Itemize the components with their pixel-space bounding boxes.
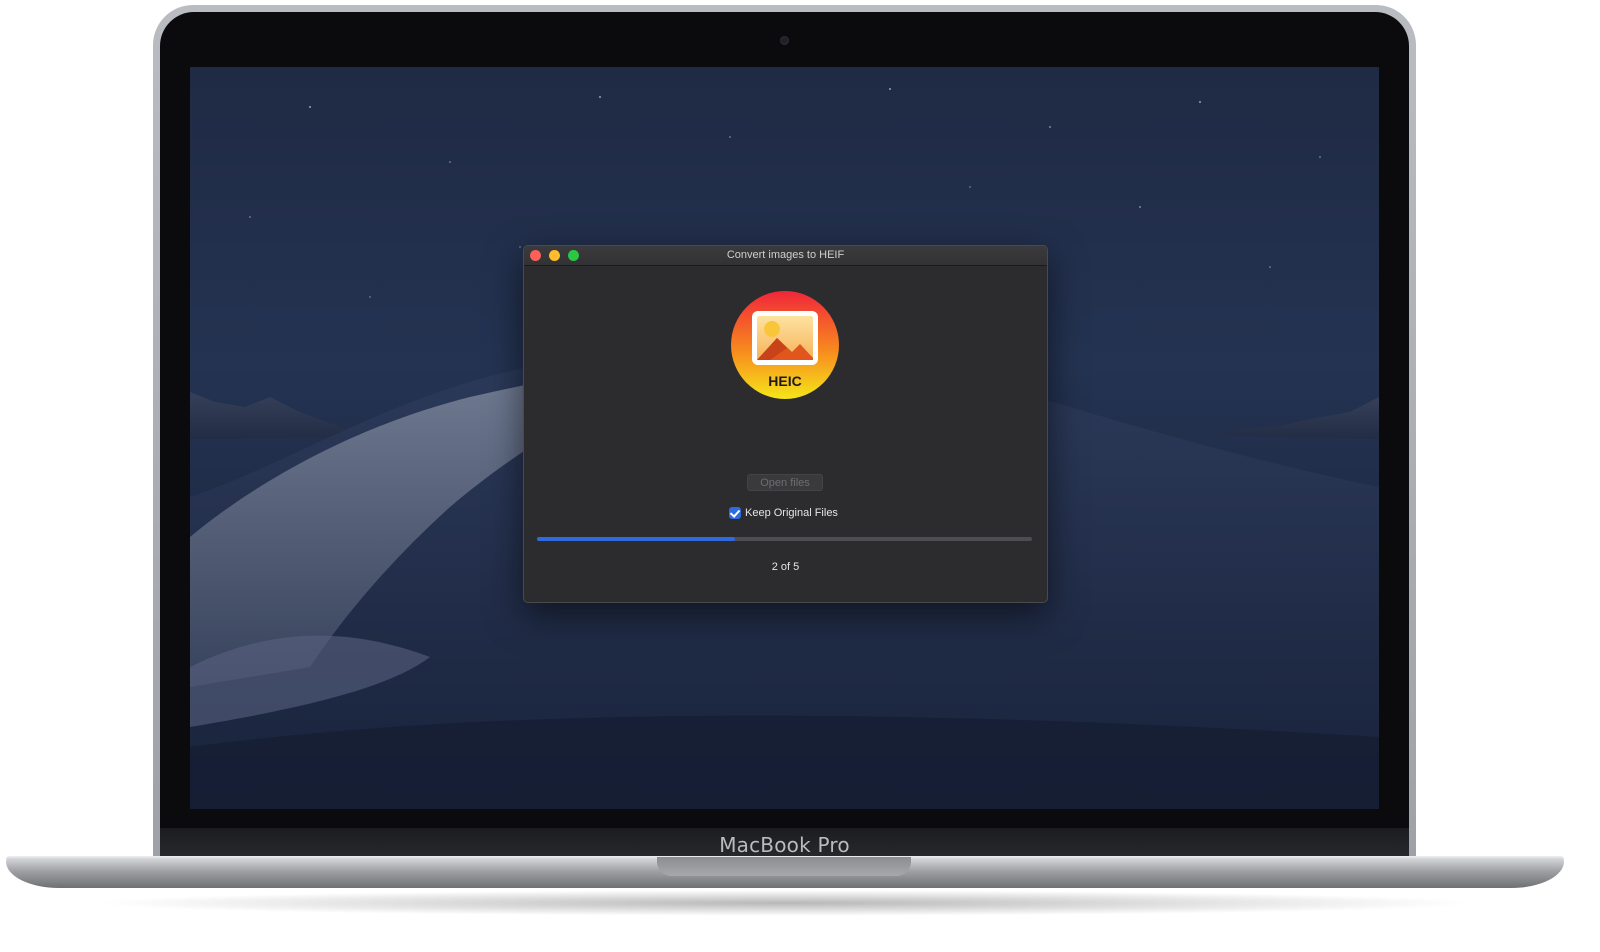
laptop-shadow <box>90 890 1480 916</box>
progress-fill <box>537 537 735 541</box>
keep-original-option[interactable]: Keep Original Files <box>729 505 838 521</box>
camera-icon <box>780 36 789 45</box>
desktop-screen: Convert images to HEIF HEIC Open files K… <box>190 67 1379 809</box>
keep-original-checkbox[interactable] <box>729 507 741 519</box>
stage: Convert images to HEIF HEIC Open files K… <box>0 0 1600 952</box>
title-bar[interactable]: Convert images to HEIF <box>524 246 1047 266</box>
app-window[interactable]: Convert images to HEIF HEIC Open files K… <box>523 245 1048 603</box>
heic-app-icon: HEIC <box>731 291 839 399</box>
heic-icon-label: HEIC <box>768 373 801 389</box>
window-title: Convert images to HEIF <box>726 249 845 261</box>
open-files-button[interactable]: Open files <box>747 474 823 491</box>
progress-status-text: 2 of 5 <box>771 561 800 573</box>
laptop-opening-notch <box>657 857 911 876</box>
conversion-progress-bar <box>537 537 1032 541</box>
keep-original-label[interactable]: Keep Original Files <box>745 507 838 519</box>
